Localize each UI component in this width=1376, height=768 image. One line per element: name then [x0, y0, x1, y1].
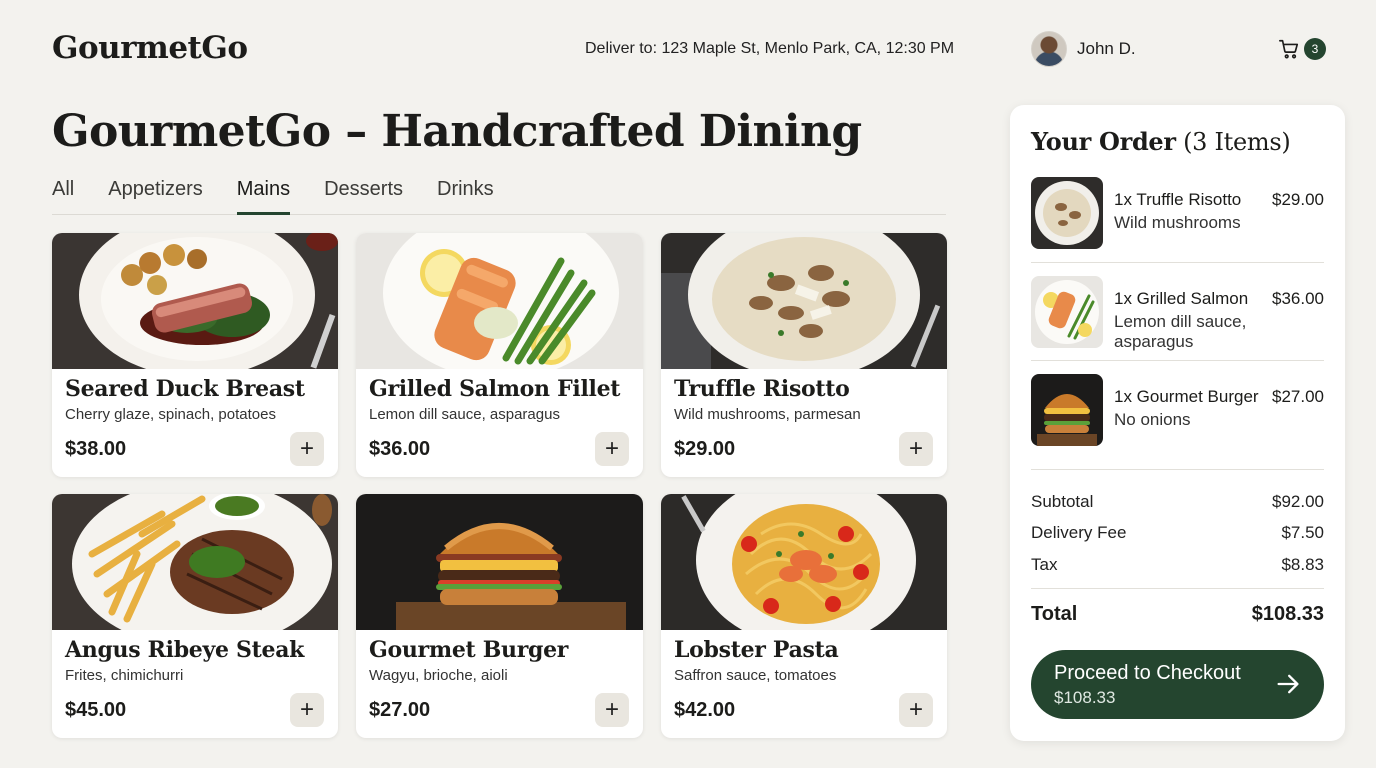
dish-description: Wild mushrooms, parmesan [674, 406, 861, 423]
dish-image-duck [52, 233, 338, 369]
user-name: John D. [1077, 39, 1136, 58]
menu-card[interactable]: Truffle Risotto Wild mushrooms, parmesan… [661, 233, 947, 477]
order-item-price: $27.00 [1272, 387, 1324, 406]
subtotal-label: Subtotal [1031, 492, 1094, 511]
add-to-order-button[interactable]: + [899, 432, 933, 466]
page-title: GourmetGo – Handcrafted Dining [52, 106, 862, 157]
divider [1031, 469, 1324, 470]
brand-logo[interactable]: GourmetGo [52, 30, 248, 66]
checkout-label: Proceed to Checkout [1054, 662, 1241, 684]
page-title-rest: – Handcrafted Dining [330, 106, 862, 157]
category-tabs: All Appetizers Mains Desserts Drinks [52, 178, 946, 215]
subtotal-row: Subtotal $92.00 [1031, 492, 1324, 512]
cart-button[interactable]: 3 [1278, 38, 1326, 60]
tax-value: $8.83 [1281, 555, 1324, 574]
dish-title: Grilled Salmon Fillet [369, 376, 621, 402]
plus-icon: + [604, 435, 619, 462]
menu-grid: Seared Duck Breast Cherry glaze, spinach… [52, 233, 947, 738]
tax-label: Tax [1031, 555, 1058, 574]
plus-icon: + [299, 696, 314, 723]
add-to-order-button[interactable]: + [290, 432, 324, 466]
plus-icon: + [908, 696, 923, 723]
add-to-order-button[interactable]: + [595, 693, 629, 727]
dish-image-salmon [356, 233, 643, 369]
menu-card[interactable]: Seared Duck Breast Cherry glaze, spinach… [52, 233, 338, 477]
add-to-order-button[interactable]: + [290, 693, 324, 727]
dish-price: $42.00 [674, 699, 736, 721]
checkout-amount: $108.33 [1054, 688, 1116, 707]
order-title-label: Your Order [1031, 127, 1176, 156]
order-item-name: 1x Truffle Risotto [1114, 190, 1242, 209]
total-row: Total $108.33 [1031, 603, 1324, 626]
order-title: Your Order (3 Items) [1031, 127, 1291, 156]
dish-description: Wagyu, brioche, aioli [369, 667, 508, 684]
tab-drinks[interactable]: Drinks [437, 178, 494, 214]
dish-description: Frites, chimichurri [65, 667, 184, 684]
order-item-price: $36.00 [1272, 289, 1324, 308]
plus-icon: + [604, 696, 619, 723]
dish-description: Cherry glaze, spinach, potatoes [65, 406, 276, 423]
cart-count-badge: 3 [1304, 38, 1326, 60]
order-summary-panel: Your Order (3 Items) 1x Truffle Risotto … [1010, 105, 1345, 741]
order-item-name: 1x Grilled Salmon [1114, 289, 1249, 308]
divider [1031, 360, 1324, 361]
menu-card[interactable]: Grilled Salmon Fillet Lemon dill sauce, … [356, 233, 643, 477]
tab-appetizers[interactable]: Appetizers [108, 178, 203, 214]
order-item-thumb-risotto [1031, 177, 1103, 249]
arrow-right-icon [1277, 674, 1299, 694]
order-item-thumb-salmon [1031, 276, 1103, 348]
delivery-fee-row: Delivery Fee $7.50 [1031, 523, 1324, 543]
dish-title: Truffle Risotto [674, 376, 850, 402]
tab-mains[interactable]: Mains [236, 178, 291, 215]
dish-price: $45.00 [65, 699, 127, 721]
divider [1031, 588, 1324, 589]
total-label: Total [1031, 603, 1078, 625]
dish-title: Gourmet Burger [369, 637, 569, 663]
add-to-order-button[interactable]: + [595, 432, 629, 466]
order-item-price: $29.00 [1272, 190, 1324, 209]
delivery-fee-label: Delivery Fee [1031, 523, 1127, 542]
menu-card[interactable]: Lobster Pasta Saffron sauce, tomatoes $4… [661, 494, 947, 738]
total-value: $108.33 [1251, 603, 1324, 625]
dish-price: $29.00 [674, 438, 736, 460]
tab-all[interactable]: All [52, 178, 74, 214]
subtotal-value: $92.00 [1272, 492, 1324, 511]
order-item-thumb-burger [1031, 374, 1103, 446]
user-menu[interactable]: John D. [1031, 31, 1136, 67]
dish-image-steak [52, 494, 338, 630]
page-title-brand: GourmetGo [52, 106, 331, 157]
order-item-count: (3 Items) [1175, 128, 1291, 156]
add-to-order-button[interactable]: + [899, 693, 933, 727]
tax-row: Tax $8.83 [1031, 555, 1324, 575]
dish-description: Saffron sauce, tomatoes [674, 667, 837, 684]
cart-icon [1279, 39, 1299, 59]
dish-price: $27.00 [369, 699, 431, 721]
order-item-name: 1x Gourmet Burger [1114, 387, 1259, 406]
dish-image-pasta [661, 494, 947, 630]
order-item-note: Wild mushrooms [1114, 213, 1241, 232]
dish-price: $38.00 [65, 438, 127, 460]
dish-title: Seared Duck Breast [65, 376, 305, 402]
tab-desserts[interactable]: Desserts [324, 178, 403, 214]
order-item-note: No onions [1114, 410, 1191, 429]
order-item-note: Lemon dill sauce, asparagus [1114, 312, 1247, 351]
menu-card[interactable]: Gourmet Burger Wagyu, brioche, aioli $27… [356, 494, 643, 738]
delivery-address[interactable]: Deliver to: 123 Maple St, Menlo Park, CA… [585, 40, 954, 58]
delivery-fee-value: $7.50 [1281, 523, 1324, 542]
menu-card[interactable]: Angus Ribeye Steak Frites, chimichurri $… [52, 494, 338, 738]
dish-title: Angus Ribeye Steak [65, 637, 305, 663]
dish-image-burger [356, 494, 643, 630]
checkout-button[interactable]: Proceed to Checkout $108.33 [1031, 650, 1324, 719]
dish-description: Lemon dill sauce, asparagus [369, 406, 560, 423]
avatar [1031, 31, 1067, 67]
dish-image-risotto [661, 233, 947, 369]
divider [1031, 262, 1324, 263]
plus-icon: + [299, 435, 314, 462]
dish-title: Lobster Pasta [674, 637, 839, 663]
dish-price: $36.00 [369, 438, 431, 460]
plus-icon: + [908, 435, 923, 462]
